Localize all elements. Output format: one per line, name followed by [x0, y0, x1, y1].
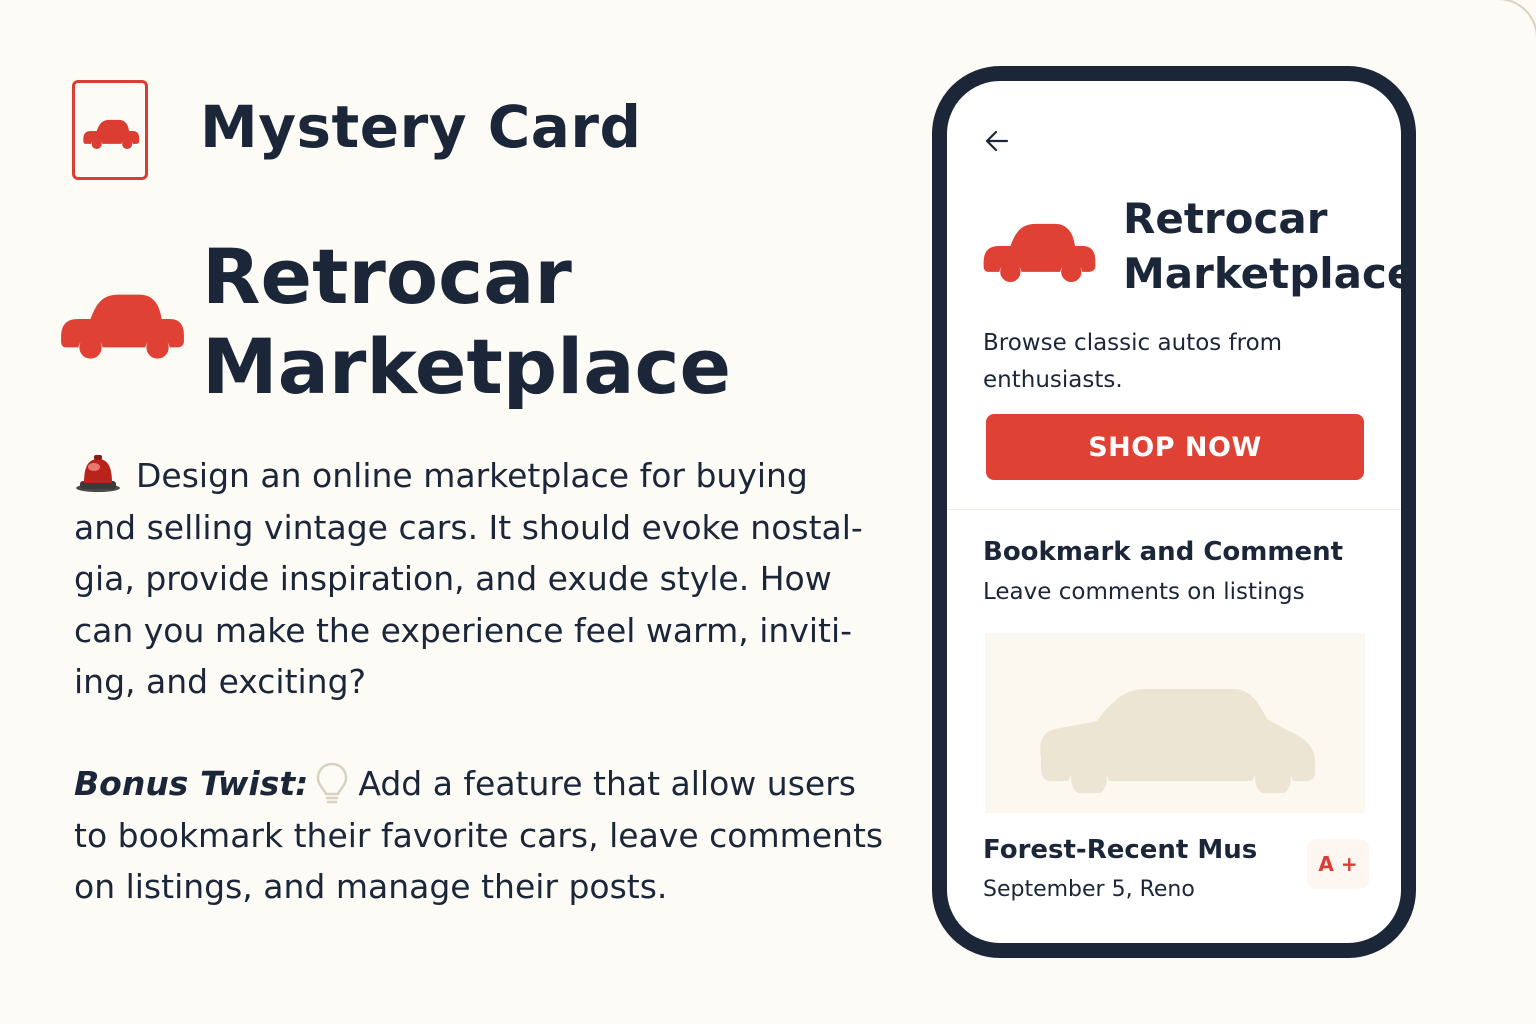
listing-title[interactable]: Forest-Recent Mus — [983, 835, 1257, 865]
listing-meta: September 5, Reno — [983, 877, 1195, 902]
mystery-card-title: Mystery Card — [200, 93, 642, 161]
listing-image[interactable] — [985, 633, 1365, 813]
app-car-icon — [979, 205, 1099, 291]
lightbulb-icon — [314, 761, 350, 805]
card-corner — [1476, 0, 1536, 60]
car-card-icon — [72, 80, 148, 180]
phone-mockup: Retrocar Marketplace Browse classic auto… — [932, 66, 1416, 958]
mystery-card: Mystery Card Retrocar Marketplace Design… — [0, 0, 1536, 1024]
hero-title-line2: Marketplace — [202, 322, 732, 411]
app-title-line2: Marketplace — [1123, 249, 1416, 298]
section-divider — [947, 509, 1401, 510]
shop-now-button[interactable]: SHOP NOW — [986, 414, 1364, 480]
car-icon — [56, 274, 188, 368]
app-subtitle: Browse classic autos from enthusiasts. — [983, 330, 1283, 393]
app-title: Retrocar Marketplace — [1123, 191, 1416, 301]
grade-badge: A + — [1307, 839, 1369, 889]
feature-title: Bookmark and Comment — [983, 537, 1344, 567]
app-title-line1: Retrocar — [1123, 194, 1328, 243]
description-text: Design an online marketplace for buying … — [74, 456, 863, 701]
back-arrow-icon[interactable] — [983, 127, 1011, 159]
bonus-label: Bonus Twist: — [74, 764, 309, 803]
feature-subtitle: Leave comments on listings — [983, 579, 1305, 605]
bonus-twist: Bonus Twist: Add a feature that allow us… — [74, 758, 894, 913]
hero-title-line1: Retrocar — [202, 232, 572, 321]
hero-title: Retrocar Marketplace — [202, 232, 731, 412]
red-car-emoji-icon — [74, 453, 122, 492]
challenge-description: Design an online marketplace for buying … — [74, 450, 874, 708]
